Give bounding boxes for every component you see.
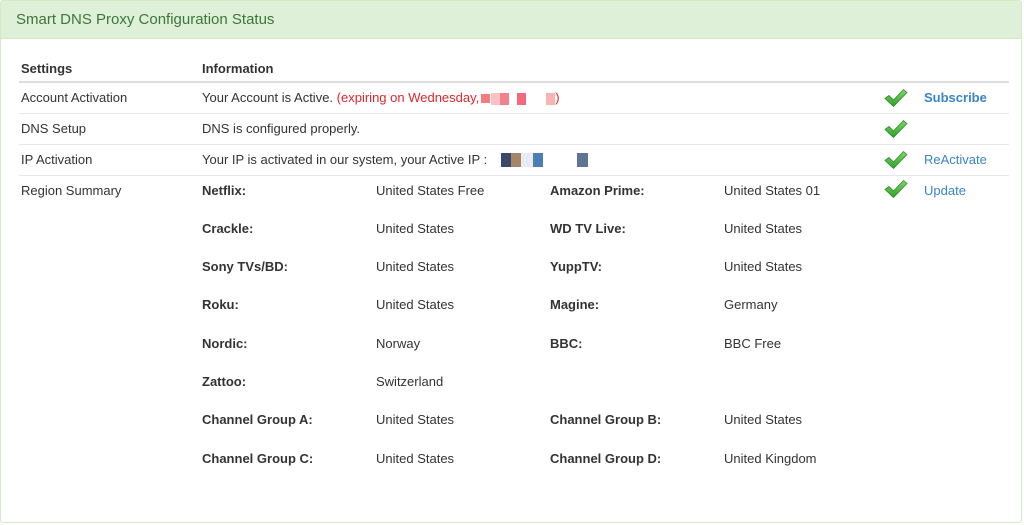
ip-action-cell: ReActivate: [922, 144, 1009, 176]
region-value: Norway: [376, 335, 421, 351]
account-activation-row: Account Activation Your Account is Activ…: [19, 82, 1009, 114]
region-service-label: Magine:: [550, 297, 600, 313]
region-summary-label: Region Summary: [21, 182, 122, 198]
region-value: United States: [724, 220, 803, 236]
status-table: Settings Information Account Activation …: [19, 50, 1009, 489]
region-value: United States: [724, 259, 803, 275]
reactivate-link[interactable]: ReActivate: [924, 152, 987, 167]
account-activation-info: Your Account is Active. (expiring on Wed…: [200, 82, 876, 114]
ip-status-text: Your IP is activated in our system, your…: [202, 152, 488, 167]
region-service-label: Netflix:: [202, 182, 247, 198]
dns-setup-label: DNS Setup: [19, 113, 200, 145]
region-summary-info: Netflix: United States Free Amazon Prime: U…: [200, 175, 876, 489]
redacted-expiry-date: [479, 90, 556, 106]
region-value: BBC Free: [724, 335, 782, 351]
region-value: United States: [376, 412, 455, 428]
update-link[interactable]: Update: [924, 183, 966, 198]
region-summary-row: Region Summary Netflix: United States Fre…: [19, 175, 1009, 489]
account-action-cell: Subscribe: [922, 82, 1009, 114]
region-service-label: YuppTV:: [550, 259, 602, 275]
region-service-label: Zattoo:: [202, 373, 247, 389]
region-service-label: WD TV Live:: [550, 220, 626, 236]
status-header: [876, 50, 922, 83]
region-service-label: Amazon Prime:: [550, 182, 645, 198]
check-mark-icon: [884, 88, 908, 108]
expiry-prefix: (expiring on Wednesday,: [336, 90, 480, 106]
region-value: Switzerland: [376, 373, 444, 389]
redacted-ip-address: [491, 152, 588, 167]
dns-setup-row: DNS Setup DNS is configured properly.: [19, 113, 1009, 145]
dns-status-cell: [876, 113, 922, 145]
expiry-notice: (expiring on Wednesday,): [336, 90, 560, 106]
region-value: United States: [376, 297, 455, 313]
ip-activation-label: IP Activation: [19, 144, 200, 176]
region-service-label: Channel Group B:: [550, 412, 662, 428]
ip-activation-row: IP Activation Your IP is activated in ou…: [19, 144, 1009, 176]
account-status-text: Your Account is Active.: [202, 90, 334, 106]
region-service-label: Roku:: [202, 297, 239, 313]
region-value: United States: [376, 450, 455, 466]
region-value: United Kingdom: [724, 450, 817, 466]
region-service-label: Channel Group C:: [202, 450, 314, 466]
panel-body: Settings Information Account Activation …: [1, 39, 1021, 489]
action-header: [922, 50, 1009, 83]
region-value: United States: [376, 259, 455, 275]
region-value: United States: [376, 220, 455, 236]
subscribe-link[interactable]: Subscribe: [924, 90, 987, 105]
region-service-label: BBC:: [550, 335, 583, 351]
region-service-label: Crackle:: [202, 220, 254, 236]
check-mark-icon: [884, 179, 908, 199]
ip-status-cell: [876, 144, 922, 176]
expiry-suffix: ): [555, 90, 560, 106]
region-action-cell: Update: [922, 175, 1009, 489]
region-value: [724, 374, 874, 412]
region-service-label: Sony TVs/BD:: [202, 259, 288, 275]
account-status-cell: [876, 82, 922, 114]
panel-title: Smart DNS Proxy Configuration Status: [1, 1, 1021, 39]
table-header-row: Settings Information: [19, 50, 1009, 83]
region-grid: Netflix: United States Free Amazon Prime: U…: [202, 183, 876, 489]
check-mark-icon: [884, 150, 908, 170]
settings-header: Settings: [19, 50, 200, 83]
region-value: United States 01: [724, 182, 821, 198]
region-service-label: Channel Group D:: [550, 450, 662, 466]
information-header: Information: [200, 50, 876, 83]
dns-setup-info: DNS is configured properly.: [200, 113, 876, 145]
region-value: Germany: [724, 297, 778, 313]
ip-activation-info: Your IP is activated in our system, your…: [200, 144, 876, 176]
region-value: United States Free: [376, 182, 485, 198]
region-service-label: Channel Group A:: [202, 412, 313, 428]
region-service-label: [550, 374, 724, 412]
dns-action-cell: [922, 113, 1009, 145]
region-status-cell: [876, 175, 922, 489]
status-panel: Smart DNS Proxy Configuration Status Set…: [0, 0, 1022, 523]
check-mark-icon: [884, 119, 908, 139]
region-service-label: Nordic:: [202, 335, 248, 351]
account-activation-label: Account Activation: [19, 82, 200, 114]
region-value: United States: [724, 412, 803, 428]
